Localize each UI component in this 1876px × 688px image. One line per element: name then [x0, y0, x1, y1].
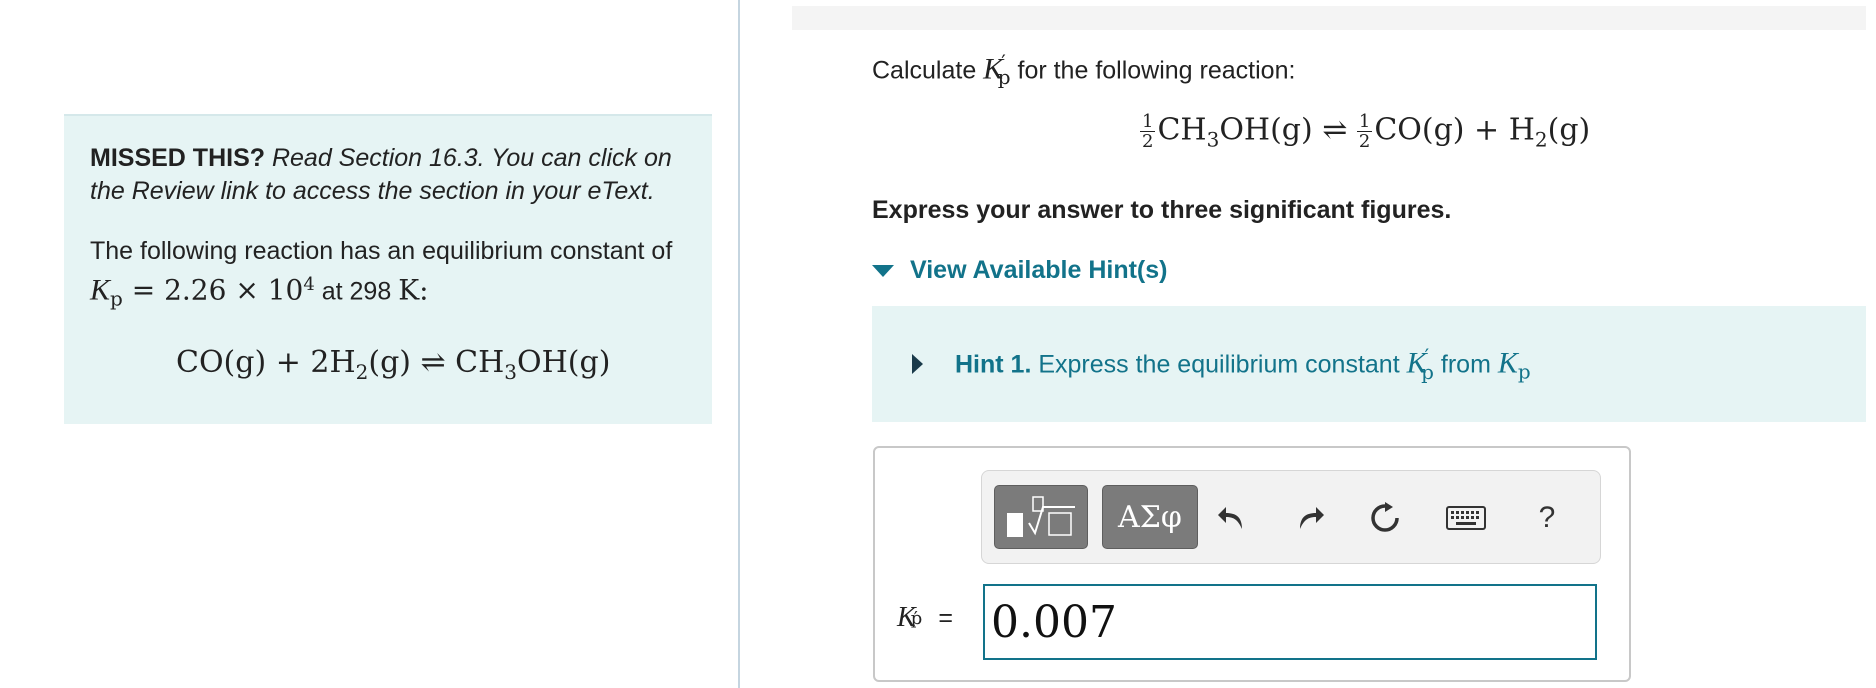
redo-icon[interactable] — [1292, 501, 1326, 535]
caret-down-icon — [872, 264, 894, 277]
k-subscript: p — [997, 65, 1011, 90]
hint-1-panel[interactable]: Hint 1. Express the equilibrium constant… — [872, 306, 1866, 422]
kp-symbol: K — [90, 273, 111, 307]
help-icon[interactable]: ? — [1530, 501, 1564, 535]
reaction-part: CO(g) + H — [1374, 112, 1535, 148]
greek-letters-button[interactable]: ΑΣφ — [1102, 485, 1198, 549]
fraction-half: 12 — [1356, 111, 1373, 152]
reaction-part: CH — [1157, 112, 1207, 148]
reset-icon[interactable] — [1368, 501, 1402, 535]
reaction-part: CO(g) + 2H — [176, 345, 356, 381]
hint-1-description: Express the equilibrium constant — [1031, 350, 1407, 379]
missed-this-panel: MISSED THIS? Read Section 16.3. You can … — [64, 114, 712, 424]
fraction-numerator: 1 — [1356, 111, 1373, 132]
kp-exponent: 4 — [303, 274, 315, 295]
keyboard-icon[interactable] — [1444, 501, 1488, 535]
problem-intro: The following reaction has an equilibriu… — [90, 235, 686, 315]
reaction-subscript: 2 — [1534, 127, 1548, 152]
math-toolbar: ΑΣφ ? — [981, 470, 1601, 564]
question-prefix: Calculate — [872, 56, 984, 85]
caret-right-icon[interactable] — [912, 354, 923, 374]
question-suffix: for the following reaction: — [1010, 56, 1296, 85]
kp-value: = 2.26 × 10 — [122, 273, 304, 307]
fraction-numerator: 1 — [1140, 111, 1156, 132]
hint-from-text: from — [1433, 350, 1498, 379]
intro-text: The following reaction has an equilibriu… — [90, 237, 673, 265]
answer-label: K ′ p = — [897, 602, 953, 634]
answer-instruction: Express your answer to three significant… — [872, 196, 1452, 224]
reaction-part: OH(g) — [517, 345, 611, 381]
hint-1-label[interactable]: Hint 1. — [955, 351, 1031, 379]
question-prompt: Calculate K′p for the following reaction… — [872, 50, 1295, 89]
kp-subscript: p — [110, 286, 123, 311]
k-subscript: p — [910, 607, 923, 629]
reaction-subscript: 2 — [355, 360, 369, 385]
fraction-half: 12 — [1140, 111, 1156, 152]
templates-button[interactable] — [994, 485, 1088, 549]
temperature-prefix: at 298 — [314, 277, 399, 306]
colon: : — [419, 273, 429, 307]
hint-1-text[interactable]: Hint 1. Express the equilibrium constant… — [955, 344, 1531, 383]
view-hints-label[interactable]: View Available Hint(s) — [910, 256, 1167, 285]
reaction-subscript: 3 — [1206, 127, 1220, 152]
target-reaction: 1 2 CH3OH(g) ⇌ 1 2 CO(g) + H2(g) — [1140, 112, 1590, 152]
k-symbol: K — [1497, 346, 1518, 380]
reaction-part: (g) ⇌ CH — [368, 345, 505, 381]
templates-icon — [1007, 496, 1075, 537]
reaction-part: OH(g) ⇌ — [1219, 112, 1357, 148]
missed-this-label: MISSED THIS? — [90, 144, 266, 172]
temperature-unit: K — [398, 273, 420, 307]
k-subscript: p — [1517, 359, 1531, 384]
reaction-part: (g) — [1547, 112, 1591, 148]
fraction-denominator: 2 — [1142, 131, 1154, 152]
fraction-denominator: 2 — [1358, 131, 1371, 152]
k-subscript: p — [1421, 359, 1434, 384]
missed-this-text: MISSED THIS? Read Section 16.3. You can … — [90, 142, 686, 208]
reaction-subscript: 3 — [504, 360, 518, 385]
answer-area: ΑΣφ ? K ′ p = 0.007 — [873, 446, 1631, 682]
view-hints-toggle[interactable]: View Available Hint(s) — [872, 256, 1167, 285]
top-strip — [792, 6, 1866, 30]
panel-divider — [738, 0, 740, 688]
equals-sign: = — [938, 603, 953, 632]
given-reaction: CO(g) + 2H2(g) ⇌ CH3OH(g) — [90, 345, 686, 384]
undo-icon[interactable] — [1216, 501, 1250, 535]
answer-input[interactable]: 0.007 — [983, 584, 1597, 660]
